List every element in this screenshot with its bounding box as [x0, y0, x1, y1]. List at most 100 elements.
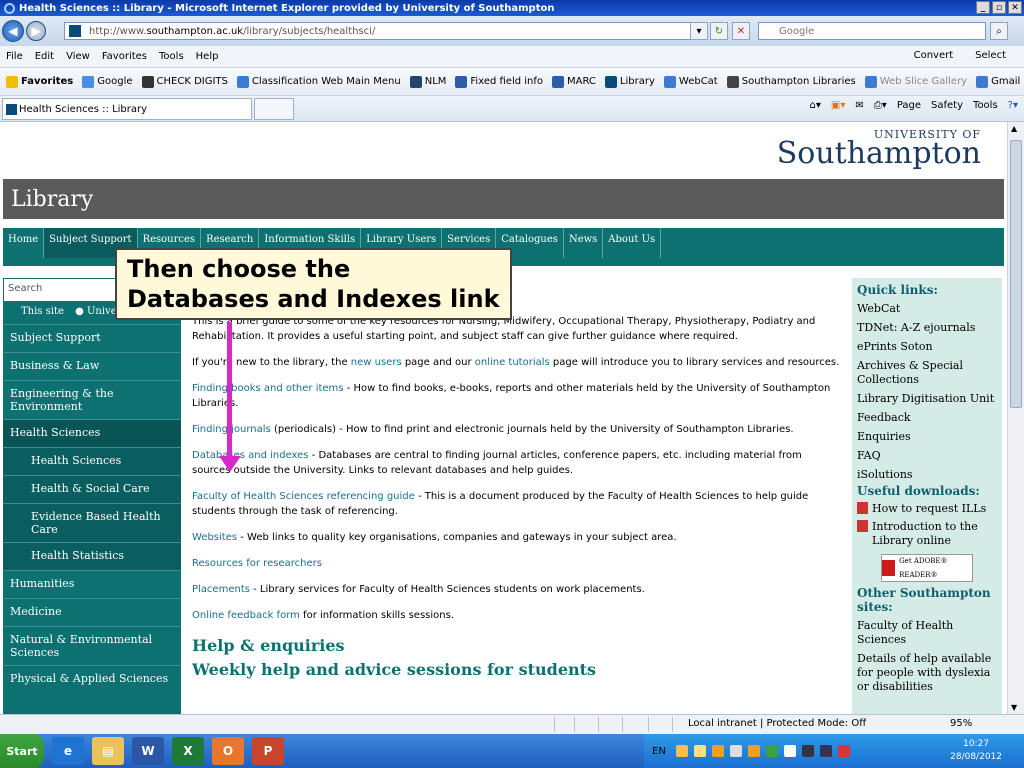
download-intro[interactable]: Introduction to the Library online: [857, 520, 997, 548]
quick-link-isolutions[interactable]: iSolutions: [857, 468, 997, 482]
quick-link-faq[interactable]: FAQ: [857, 449, 997, 463]
university-logo[interactable]: UNIVERSITY OF Southampton: [777, 128, 981, 169]
page-menu[interactable]: Page: [897, 100, 921, 111]
safety-menu[interactable]: Safety: [931, 100, 963, 111]
stop-icon[interactable]: ✕: [732, 22, 750, 40]
leftnav-medicine[interactable]: Medicine: [3, 598, 181, 626]
leftnav-sub-health-social-care[interactable]: Health & Social Care: [3, 475, 181, 503]
menu-file[interactable]: File: [6, 51, 23, 62]
websites-link[interactable]: Websites: [192, 532, 237, 543]
new-tab-button[interactable]: [254, 98, 294, 120]
fav-webcat[interactable]: WebCat: [663, 75, 718, 88]
leftnav-health-sciences[interactable]: Health Sciences: [3, 419, 181, 447]
tray-device-icon[interactable]: [819, 745, 832, 757]
menu-edit[interactable]: Edit: [35, 51, 54, 62]
minimize-button[interactable]: _: [976, 1, 990, 14]
powerpoint-taskbar-icon[interactable]: P: [252, 737, 284, 765]
favorites-button[interactable]: Favorites: [6, 75, 73, 88]
quick-link-eprints[interactable]: ePrints Soton: [857, 340, 997, 354]
nav-news[interactable]: News: [564, 228, 604, 258]
fav-library[interactable]: Library: [604, 75, 655, 88]
explorer-taskbar-icon[interactable]: ▤: [92, 737, 124, 765]
tray-security-icon[interactable]: [765, 745, 778, 757]
word-taskbar-icon[interactable]: W: [132, 737, 164, 765]
search-input[interactable]: Google: [758, 22, 986, 40]
leftnav-natural-environmental[interactable]: Natural & Environmental Sciences: [3, 626, 181, 665]
fav-fixed-field[interactable]: Fixed field info: [455, 75, 543, 88]
radio-this-site[interactable]: This site: [21, 306, 64, 317]
scroll-thumb[interactable]: [1010, 140, 1022, 408]
fav-classification-web[interactable]: Classification Web Main Menu: [236, 75, 401, 88]
excel-taskbar-icon[interactable]: X: [172, 737, 204, 765]
forward-button[interactable]: ▶: [26, 21, 46, 41]
tray-notes-icon[interactable]: [693, 745, 706, 757]
outlook-taskbar-icon[interactable]: O: [212, 737, 244, 765]
quick-link-enquiries[interactable]: Enquiries: [857, 430, 997, 444]
mail-icon[interactable]: ✉: [855, 100, 863, 111]
other-site-dyslexia-help[interactable]: Details of help available for people wit…: [857, 652, 997, 694]
placements-link[interactable]: Placements: [192, 584, 250, 595]
fav-check-digits[interactable]: CHECK DIGITS: [141, 75, 228, 88]
tray-update-icon[interactable]: [747, 745, 760, 757]
clock[interactable]: 10:27 28/08/2012: [950, 738, 1002, 764]
tray-volume-icon[interactable]: [837, 745, 850, 757]
quick-link-feedback[interactable]: Feedback: [857, 411, 997, 425]
language-indicator[interactable]: EN: [652, 746, 666, 757]
tray-monitor-icon[interactable]: [801, 745, 814, 757]
tray-sync-icon[interactable]: [783, 745, 796, 757]
convert-button[interactable]: Convert: [914, 50, 954, 61]
menu-view[interactable]: View: [66, 51, 90, 62]
fav-marc[interactable]: MARC: [552, 75, 596, 88]
other-site-health-sciences[interactable]: Faculty of Health Sciences: [857, 619, 997, 647]
online-tutorials-link[interactable]: online tutorials: [475, 357, 550, 368]
scroll-up-icon[interactable]: ▲: [1011, 124, 1017, 133]
vertical-scrollbar[interactable]: ▲ ▼: [1007, 122, 1024, 714]
quick-link-webcat[interactable]: WebCat: [857, 302, 997, 316]
referencing-guide-link[interactable]: Faculty of Health Sciences referencing g…: [192, 491, 415, 502]
back-button[interactable]: ◀: [2, 20, 24, 42]
menu-tools[interactable]: Tools: [159, 51, 184, 62]
home-icon[interactable]: ⌂▾: [810, 100, 821, 111]
dropdown-icon[interactable]: ▾: [690, 22, 708, 40]
tools-menu[interactable]: Tools: [973, 100, 998, 111]
security-zone[interactable]: Local intranet | Protected Mode: Off: [688, 718, 866, 729]
refresh-icon[interactable]: ↻: [710, 22, 728, 40]
zoom-level[interactable]: 95%: [950, 718, 972, 729]
leftnav-business-law[interactable]: Business & Law: [3, 352, 181, 380]
menu-favorites[interactable]: Favorites: [102, 51, 147, 62]
feeds-icon[interactable]: ▣▾: [831, 100, 845, 111]
nav-about-us[interactable]: About Us: [603, 228, 662, 258]
leftnav-sub-health-statistics[interactable]: Health Statistics: [3, 542, 181, 570]
resources-researchers-link[interactable]: Resources for researchers: [192, 558, 322, 569]
tray-office-icon[interactable]: [711, 745, 724, 757]
close-button[interactable]: ✕: [1008, 1, 1022, 14]
search-icon[interactable]: ⌕: [990, 22, 1008, 40]
finding-books-link[interactable]: Finding books and other items: [192, 383, 344, 394]
ie-taskbar-icon[interactable]: e: [52, 737, 84, 765]
tray-network-icon[interactable]: [729, 745, 742, 757]
adobe-reader-badge[interactable]: Get ADOBE® READER®: [881, 554, 973, 582]
select-button[interactable]: Select: [975, 50, 1006, 61]
browser-tab[interactable]: Health Sciences :: Library: [2, 98, 252, 120]
fav-web-slice-gallery[interactable]: Web Slice Gallery: [864, 75, 967, 88]
feedback-form-link[interactable]: Online feedback form: [192, 610, 300, 621]
maximize-button[interactable]: ▫: [992, 1, 1006, 14]
menu-help[interactable]: Help: [196, 51, 219, 62]
new-users-link[interactable]: new users: [351, 357, 402, 368]
start-button[interactable]: Start: [0, 734, 44, 768]
fav-nlm[interactable]: NLM: [409, 75, 446, 88]
leftnav-humanities[interactable]: Humanities: [3, 570, 181, 598]
download-ill[interactable]: How to request ILLs: [857, 502, 997, 516]
tray-shield-icon[interactable]: [675, 745, 688, 757]
leftnav-sub-health-sciences[interactable]: Health Sciences: [3, 447, 181, 475]
help-icon[interactable]: ?▾: [1008, 100, 1018, 111]
fav-google[interactable]: Google: [82, 75, 133, 88]
leftnav-subject-support[interactable]: Subject Support: [3, 324, 181, 352]
quick-link-digitisation[interactable]: Library Digitisation Unit: [857, 392, 997, 406]
quick-link-archives[interactable]: Archives & Special Collections: [857, 359, 997, 387]
print-icon[interactable]: ⎙▾: [874, 100, 887, 111]
leftnav-physical-applied[interactable]: Physical & Applied Sciences: [3, 665, 181, 693]
url-field[interactable]: http://www. southampton.ac.uk/library/sub…: [64, 22, 704, 40]
leftnav-engineering[interactable]: Engineering & the Environment: [3, 380, 181, 419]
databases-indexes-link[interactable]: Databases and indexes: [192, 450, 309, 461]
